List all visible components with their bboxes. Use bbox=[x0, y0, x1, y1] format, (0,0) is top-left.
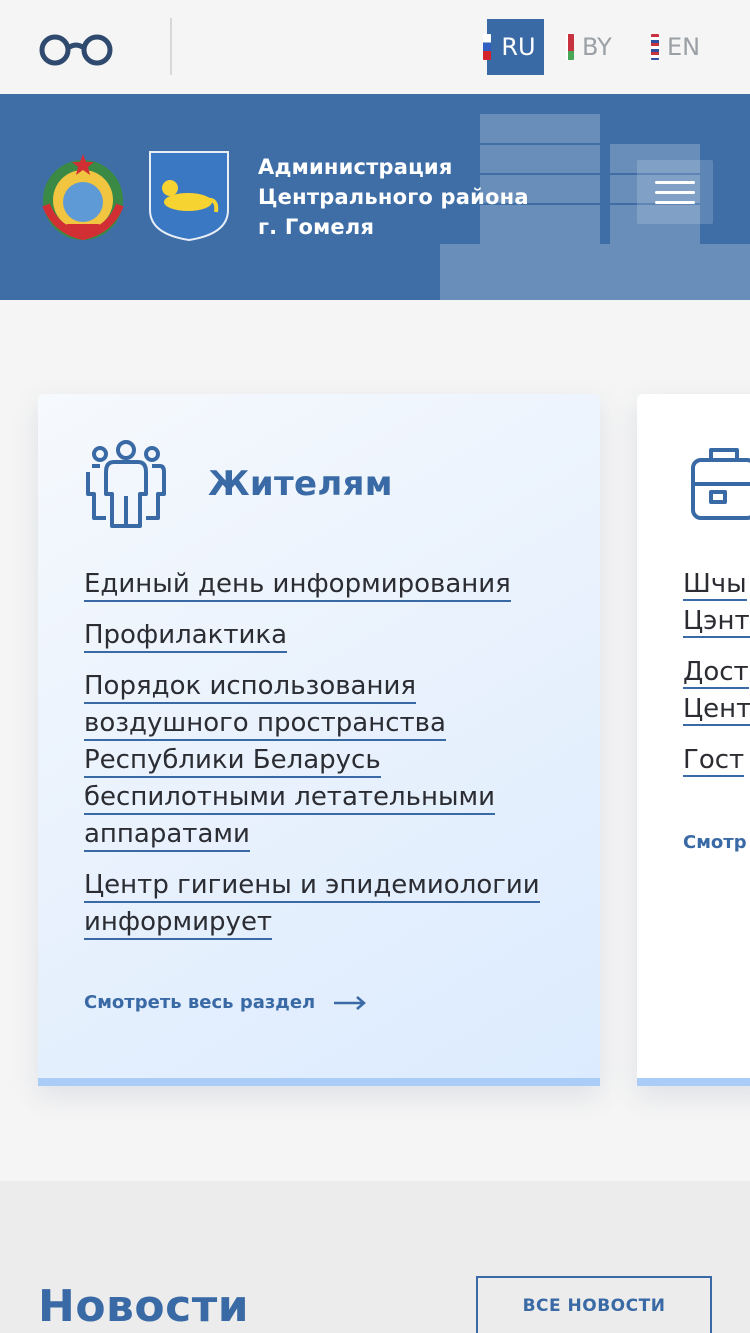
org-name-line-1: Администрация bbox=[258, 155, 453, 179]
top-bar: RU BY EN bbox=[0, 0, 750, 94]
lang-ru-button[interactable]: RU bbox=[483, 19, 544, 75]
link-hygiene-center[interactable]: Центр гигиены и эпидемиологии информируе… bbox=[84, 870, 540, 940]
gomel-coat-of-arms-icon bbox=[149, 151, 229, 242]
business-link-1[interactable]: Шчы Цэнт bbox=[683, 569, 750, 638]
news-section: Новости ВСЕ НОВОСТИ bbox=[0, 1181, 750, 1333]
business-view-all-link[interactable]: Смотр bbox=[683, 832, 747, 853]
accessibility-glasses-icon[interactable] bbox=[37, 30, 117, 68]
org-name-line-2: Центрального района bbox=[258, 185, 529, 209]
belarus-emblem-icon bbox=[42, 154, 124, 241]
lang-by-label: BY bbox=[582, 33, 612, 61]
residents-links: Единый день информирования Профилактика … bbox=[84, 566, 564, 955]
business-links: Шчы Цэнт Дост Цент Гост bbox=[683, 566, 750, 793]
russia-flag-icon bbox=[483, 34, 491, 60]
belarus-flag-icon bbox=[566, 34, 574, 60]
lang-ru-label: RU bbox=[501, 33, 536, 61]
link-unified-info-day[interactable]: Единый день информирования bbox=[84, 569, 511, 602]
residents-card: Жителям Единый день информирования Профи… bbox=[38, 394, 600, 1086]
menu-button[interactable] bbox=[637, 160, 713, 224]
menu-icon-bar bbox=[655, 191, 695, 194]
topbar-divider bbox=[170, 18, 172, 75]
uk-flag-icon bbox=[651, 34, 659, 60]
link-airspace-drones[interactable]: Порядок использования воздушного простра… bbox=[84, 671, 496, 852]
people-icon bbox=[86, 440, 166, 528]
lang-en-button[interactable]: EN bbox=[651, 19, 700, 75]
org-name-line-3: г. Гомеля bbox=[258, 215, 375, 239]
business-card: Шчы Цэнт Дост Цент Гост Смотр bbox=[637, 394, 750, 1086]
link-prevention[interactable]: Профилактика bbox=[84, 620, 288, 653]
arrow-right-icon bbox=[334, 995, 367, 1010]
menu-icon-bar bbox=[655, 181, 695, 184]
briefcase-icon bbox=[691, 448, 750, 520]
business-link-2[interactable]: Дост Цент bbox=[683, 657, 750, 726]
organization-name[interactable]: Администрация Центрального района г. Гом… bbox=[258, 152, 578, 242]
view-all-label: Смотреть весь раздел bbox=[84, 992, 316, 1013]
menu-icon-bar bbox=[655, 201, 695, 204]
lang-en-label: EN bbox=[667, 33, 701, 61]
all-news-button[interactable]: ВСЕ НОВОСТИ bbox=[476, 1276, 712, 1333]
view-all-section-link[interactable]: Смотреть весь раздел bbox=[84, 992, 367, 1013]
news-section-title: Новости bbox=[38, 1281, 250, 1332]
lang-by-button[interactable]: BY bbox=[566, 19, 612, 75]
business-link-3[interactable]: Гост bbox=[683, 745, 745, 777]
site-header: Администрация Центрального района г. Гом… bbox=[0, 94, 750, 300]
card-bottom-accent bbox=[637, 1078, 750, 1086]
card-bottom-accent bbox=[38, 1078, 600, 1086]
residents-card-title: Жителям bbox=[208, 464, 393, 504]
